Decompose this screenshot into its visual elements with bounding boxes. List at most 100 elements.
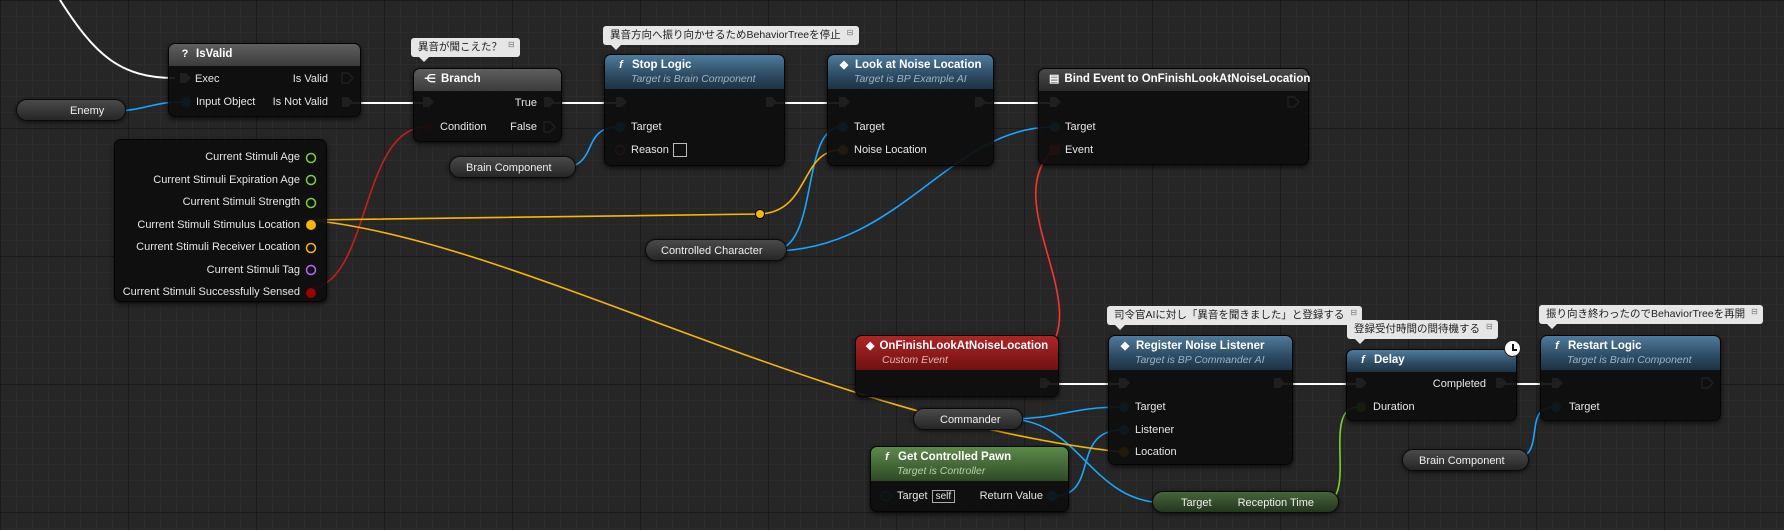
delay-completed-pin[interactable]: Completed: [1433, 378, 1486, 390]
commander-variable[interactable]: Commander: [913, 408, 1023, 430]
collapse-icon[interactable]: ⊟: [1486, 322, 1495, 331]
reception-time-label: Reception Time: [1237, 497, 1314, 509]
stimulus-struct-node[interactable]: Current Stimuli Age Current Stimuli Expi…: [114, 139, 327, 302]
register-listener-header: ◆ Register Noise Listener Target is BP Co…: [1109, 336, 1292, 370]
reason-label: Reason: [631, 143, 669, 156]
restart-logic-subtitle: Target is Brain Component: [1567, 354, 1692, 366]
stop-logic-reason-pin[interactable]: Reason: [631, 143, 687, 157]
look-at-noise-node[interactable]: ◆ Look at Noise Location Target is BP Exa…: [827, 54, 994, 166]
reception-target-label: Target: [1181, 497, 1212, 509]
bind-event-title: Bind Event to OnFinishLookAtNoiseLocatio…: [1064, 73, 1311, 85]
collapse-icon[interactable]: ⊟: [508, 40, 517, 49]
look-at-noise-location-pin[interactable]: Noise Location: [854, 144, 927, 156]
wire-commander-register: [1007, 406, 1123, 420]
stop-logic-comment-text: 異音方向へ振り向かせるためBehaviorTreeを停止: [610, 29, 841, 41]
branch-true-pin[interactable]: True: [515, 97, 537, 109]
branch-condition-pin[interactable]: Condition: [440, 121, 486, 133]
function-icon: f: [885, 451, 889, 463]
stop-logic-subtitle: Target is Brain Component: [631, 73, 756, 85]
stop-logic-node[interactable]: f Stop Logic Target is Brain Component Ta…: [604, 54, 785, 166]
function-icon: f: [1555, 340, 1559, 352]
stimulus-pin[interactable]: Current Stimuli Age: [123, 146, 300, 169]
self-field[interactable]: self: [931, 490, 956, 503]
collapse-icon[interactable]: ⊟: [847, 28, 856, 37]
custom-event-node[interactable]: ◆ OnFinishLookAtNoiseLocation Custom Even…: [855, 335, 1059, 397]
branch-icon: ⋲: [424, 73, 436, 85]
restart-comment-text: 振り向き終わったのでBehaviorTreeを再開: [1546, 308, 1746, 320]
branch-false-pin[interactable]: False: [510, 121, 537, 133]
stimulus-pin[interactable]: Current Stimuli Successfully Sensed: [123, 281, 300, 304]
isvalid-exec-pin[interactable]: Exec: [195, 73, 219, 85]
diamond-icon: ◆: [839, 59, 849, 71]
delay-comment[interactable]: 登録受付時間の間待機する ⊟: [1347, 320, 1498, 344]
brain-component-variable[interactable]: Brain Component: [449, 156, 576, 178]
enemy-label: Enemy: [70, 105, 105, 117]
brain-component-label-2: Brain Component: [1419, 455, 1505, 467]
wire-event-bind: [1034, 149, 1061, 352]
wire-reception-duration: [1321, 406, 1359, 504]
commander-label: Commander: [940, 414, 1001, 426]
restart-comment[interactable]: 振り向き終わったのでBehaviorTreeを再開 ⊟: [1539, 305, 1764, 329]
branch-title: Branch: [441, 73, 481, 85]
get-pawn-subtitle: Target is Controller: [897, 465, 986, 477]
bind-event-node[interactable]: ▤ Bind Event to OnFinishLookAtNoiseLocati…: [1038, 68, 1311, 165]
register-comment[interactable]: 司令官AIに対し「異音を聞きました」と登録する ⊟: [1107, 306, 1363, 330]
latent-clock-icon: [1504, 340, 1521, 357]
function-icon: f: [619, 59, 623, 71]
register-listener-node[interactable]: ◆ Register Noise Listener Target is BP Co…: [1108, 335, 1293, 465]
delay-comment-text: 登録受付時間の間待機する: [1354, 323, 1480, 335]
register-listener-title: Register Noise Listener: [1136, 340, 1265, 352]
get-pawn-title: Get Controlled Pawn: [898, 451, 1012, 463]
look-at-noise-subtitle: Target is BP Example AI: [854, 73, 967, 85]
isvalid-is-valid-pin[interactable]: Is Valid: [293, 73, 328, 85]
register-location-pin[interactable]: Location: [1135, 446, 1177, 458]
restart-target-pin[interactable]: Target: [1569, 401, 1600, 413]
stop-logic-target-pin[interactable]: Target: [631, 121, 662, 133]
enemy-variable[interactable]: Enemy: [16, 99, 126, 121]
isvalid-is-not-valid-pin[interactable]: Is Not Valid: [273, 96, 328, 108]
collapse-icon[interactable]: ⊟: [1350, 308, 1359, 317]
get-pawn-return-pin[interactable]: Return Value: [980, 490, 1043, 502]
brain-component-label: Brain Component: [466, 162, 552, 174]
register-comment-text: 司令官AIに対し「異音を聞きました」と登録する: [1114, 309, 1345, 321]
reception-time-variable[interactable]: Target Reception Time: [1152, 491, 1339, 513]
stimulus-pin[interactable]: Current Stimuli Expiration Age: [123, 169, 300, 192]
register-target-pin[interactable]: Target: [1135, 401, 1166, 413]
register-listener-subtitle: Target is BP Commander AI: [1135, 354, 1265, 366]
delay-node[interactable]: f Delay Completed Duration: [1346, 349, 1517, 421]
delay-duration-pin[interactable]: Duration: [1373, 401, 1415, 413]
stimulus-pin[interactable]: Current Stimuli Tag: [123, 259, 300, 282]
look-at-noise-header: ◆ Look at Noise Location Target is BP Exa…: [828, 55, 993, 89]
controlled-character-label: Controlled Character: [661, 245, 763, 257]
delay-header: f Delay: [1347, 350, 1516, 372]
restart-logic-node[interactable]: f Restart Logic Target is Brain Component…: [1540, 335, 1721, 421]
reason-text-field[interactable]: [672, 143, 687, 157]
isvalid-input-object-pin[interactable]: Input Object: [196, 96, 255, 108]
stimulus-pin[interactable]: Current Stimuli Stimulus Location: [123, 214, 300, 237]
get-pawn-target-pin[interactable]: Target self: [897, 490, 956, 503]
collapse-icon[interactable]: ⊟: [1751, 307, 1760, 316]
get-controlled-pawn-node[interactable]: f Get Controlled Pawn Target is Controlle…: [870, 446, 1069, 512]
diamond-icon: ◆: [1120, 340, 1130, 352]
event-diamond-icon: ◆: [866, 340, 875, 352]
question-icon: ?: [181, 48, 189, 60]
bind-event-pin[interactable]: Event: [1065, 144, 1093, 156]
controlled-character-variable[interactable]: Controlled Character: [645, 239, 787, 261]
bind-event-header: ▤ Bind Event to OnFinishLookAtNoiseLocati…: [1039, 69, 1311, 91]
branch-node[interactable]: ⋲ Branch Condition True False: [413, 68, 562, 142]
register-listener-pin[interactable]: Listener: [1135, 424, 1174, 436]
stop-logic-title: Stop Logic: [632, 59, 692, 71]
isvalid-title: IsValid: [196, 48, 233, 60]
branch-comment[interactable]: 異音が聞こえた？ ⊟: [411, 38, 520, 62]
look-at-target-pin[interactable]: Target: [854, 121, 885, 133]
stimulus-pin[interactable]: Current Stimuli Receiver Location: [123, 236, 300, 259]
stimulus-pin[interactable]: Current Stimuli Strength: [123, 191, 300, 214]
brain-component-variable-2[interactable]: Brain Component: [1402, 449, 1529, 471]
isvalid-node[interactable]: ? IsValid Exec Input Object Is Valid Is N…: [168, 43, 361, 117]
stimulus-pin-list: Current Stimuli Age Current Stimuli Expi…: [123, 146, 300, 304]
stop-logic-comment[interactable]: 異音方向へ振り向かせるためBehaviorTreeを停止 ⊟: [603, 26, 859, 50]
bind-target-pin[interactable]: Target: [1065, 121, 1096, 133]
isvalid-header: ? IsValid: [169, 44, 360, 66]
exec-wire-incoming: [59, 0, 176, 79]
stimulus-pin-icons: [305, 152, 317, 298]
